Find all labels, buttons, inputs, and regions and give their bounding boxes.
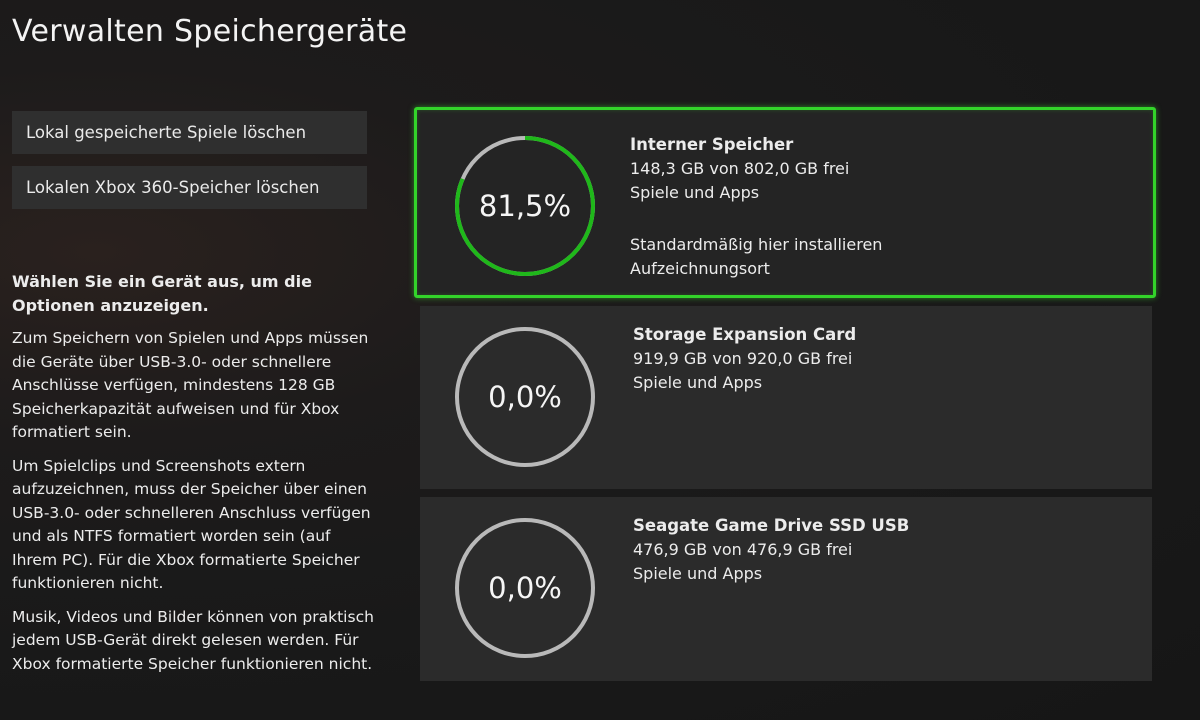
device-details: Storage Expansion Card 919,9 GB von 920,…: [633, 323, 856, 395]
details-spacer: [630, 205, 882, 233]
usage-percent: 0,0%: [488, 380, 562, 414]
device-card-internal-storage[interactable]: 81,5% Interner Speicher 148,3 GB von 802…: [414, 107, 1156, 298]
device-name: Seagate Game Drive SSD USB: [633, 516, 910, 535]
device-free-space: 148,3 GB von 802,0 GB frei: [630, 159, 850, 178]
device-name: Storage Expansion Card: [633, 325, 857, 344]
delete-local-games-button[interactable]: Lokal gespeicherte Spiele löschen: [12, 111, 367, 154]
usage-percent: 81,5%: [478, 189, 572, 223]
info-heading: Wählen Sie ein Gerät aus, um die Optione…: [12, 272, 312, 315]
info-paragraph-usb-requirements: Zum Speichern von Spielen und Apps müsse…: [12, 329, 369, 441]
info-paragraph-capture-requirements: Um Spielclips und Screenshots extern auf…: [12, 456, 371, 593]
usage-ring: 81,5%: [450, 131, 600, 281]
device-card-expansion-card[interactable]: 0,0% Storage Expansion Card 919,9 GB von…: [420, 306, 1152, 489]
info-panel: Wählen Sie ein Gerät aus, um die Optione…: [12, 270, 377, 686]
device-card-seagate-usb[interactable]: 0,0% Seagate Game Drive SSD USB 476,9 GB…: [420, 497, 1152, 681]
device-details: Interner Speicher 148,3 GB von 802,0 GB …: [630, 133, 882, 281]
storage-management-screen: Verwalten Speichergeräte Lokal gespeiche…: [0, 0, 1200, 720]
device-capture-location: Aufzeichnungsort: [630, 259, 770, 278]
delete-xbox360-storage-button[interactable]: Lokalen Xbox 360-Speicher löschen: [12, 166, 367, 209]
usage-ring: 0,0%: [450, 322, 600, 472]
device-name: Interner Speicher: [630, 135, 794, 154]
usage-ring: 0,0%: [450, 513, 600, 663]
device-content-type: Spiele und Apps: [633, 564, 763, 583]
device-free-space: 919,9 GB von 920,0 GB frei: [633, 349, 853, 368]
usage-percent: 0,0%: [488, 571, 562, 605]
info-paragraph-media-playback: Musik, Videos und Bilder können von prak…: [12, 607, 374, 673]
device-content-type: Spiele und Apps: [633, 373, 763, 392]
page-title: Verwalten Speichergeräte: [12, 14, 408, 49]
device-content-type: Spiele und Apps: [630, 183, 760, 202]
device-free-space: 476,9 GB von 476,9 GB frei: [633, 540, 853, 559]
device-details: Seagate Game Drive SSD USB 476,9 GB von …: [633, 514, 909, 586]
device-default-install: Standardmäßig hier installieren: [630, 235, 883, 254]
